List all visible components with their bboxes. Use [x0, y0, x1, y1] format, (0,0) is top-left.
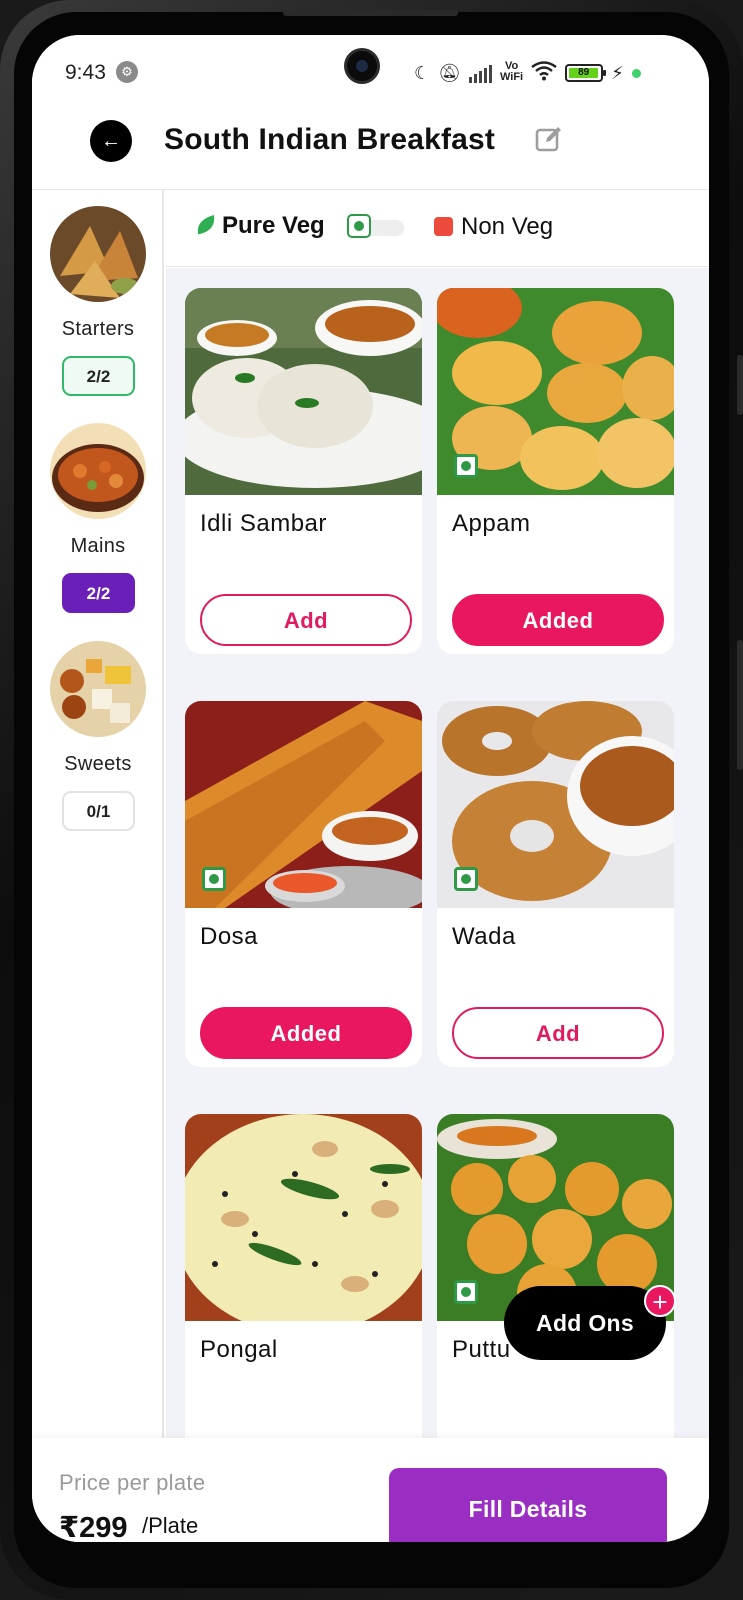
menu-item-card: Appam Added — [437, 288, 674, 654]
page-header: ← South Indian Breakfast — [32, 115, 709, 190]
front-camera — [344, 48, 380, 84]
category-count-badge: 0/1 — [62, 791, 135, 831]
veg-icon — [454, 454, 478, 478]
veg-icon — [454, 867, 478, 891]
add-ons-button[interactable]: Add Ons — [504, 1286, 666, 1360]
app-screen: 9:43 ⚙ ☾ 🔕︎ Vo WiFi 89 ⚡︎ ← South Indian … — [32, 35, 709, 1542]
add-button[interactable]: Add — [452, 1007, 664, 1059]
battery-icon: 89 — [565, 64, 607, 82]
back-button[interactable]: ← — [90, 120, 132, 162]
price-footer: Price per plate ₹299 /Plate Fill Details — [32, 1438, 709, 1542]
category-label: Sweets — [64, 753, 132, 775]
non-veg-icon — [434, 217, 453, 236]
add-button[interactable]: Add — [200, 594, 412, 646]
phone-speaker — [283, 10, 458, 16]
menu-item-card: Idli Sambar Add — [185, 288, 422, 654]
category-count-badge: 2/2 — [62, 356, 135, 396]
phone-side-button — [737, 355, 743, 415]
veg-toggle[interactable] — [347, 214, 371, 238]
pongal-image — [185, 1114, 422, 1321]
menu-item-name: Puttu — [452, 1336, 511, 1363]
fill-details-button[interactable]: Fill Details — [389, 1468, 667, 1542]
menu-item-card: Wada Add — [437, 701, 674, 1067]
price-label: Price per plate — [59, 1470, 206, 1495]
starters-image — [50, 206, 146, 302]
mains-image — [50, 423, 146, 519]
sweets-image — [50, 641, 146, 737]
category-count-badge: 2/2 — [62, 573, 135, 613]
pure-veg-label: Pure Veg — [222, 212, 325, 239]
edit-icon[interactable] — [535, 125, 563, 153]
phone-volume-button — [737, 640, 743, 770]
privacy-dot-icon — [631, 68, 641, 78]
category-sidebar: Starters 2/2 Mains 2/2 Sweets 0/1 — [32, 190, 164, 1438]
menu-item-card: Dosa Added — [185, 701, 422, 1067]
mute-icon: 🔕︎ — [438, 63, 461, 83]
added-button[interactable]: Added — [200, 1007, 412, 1059]
menu-grid: Idli Sambar Add Appam Added Dosa Added W… — [166, 268, 709, 1438]
status-bar: 9:43 ⚙ ☾ 🔕︎ Vo WiFi 89 ⚡︎ — [32, 35, 709, 115]
non-veg-label: Non Veg — [461, 213, 554, 240]
price-unit: /Plate — [142, 1513, 199, 1538]
menu-item-name: Idli Sambar — [200, 510, 327, 537]
veg-icon — [202, 867, 226, 891]
menu-item-name: Appam — [452, 510, 531, 537]
status-icons: ☾ 🔕︎ Vo WiFi 89 ⚡︎ — [414, 59, 641, 87]
added-button[interactable]: Added — [452, 594, 664, 646]
wifi-icon — [531, 61, 557, 85]
menu-item-card: Pongal — [185, 1114, 422, 1438]
category-label: Mains — [70, 535, 126, 557]
plus-icon[interactable]: + — [644, 1285, 676, 1317]
page-title: South Indian Breakfast — [164, 123, 496, 156]
wrench-icon: ⚙ — [116, 61, 138, 83]
charging-icon: ⚡︎ — [611, 63, 624, 83]
leaf-icon — [197, 215, 215, 234]
vowifi-icon: Vo WiFi — [500, 60, 524, 83]
category-label: Starters — [61, 318, 135, 340]
veg-icon — [454, 1280, 478, 1304]
diet-filter-bar: Pure Veg Non Veg — [166, 190, 709, 267]
signal-icon — [469, 63, 492, 83]
menu-item-name: Wada — [452, 923, 516, 950]
menu-item-card: Puttu — [437, 1114, 674, 1438]
menu-item-name: Dosa — [200, 923, 259, 950]
moon-icon: ☾ — [414, 63, 431, 83]
status-time: 9:43 — [65, 61, 106, 84]
price-value: ₹299 — [59, 1512, 128, 1542]
idli-sambar-image — [185, 288, 422, 495]
menu-item-name: Pongal — [200, 1336, 278, 1363]
